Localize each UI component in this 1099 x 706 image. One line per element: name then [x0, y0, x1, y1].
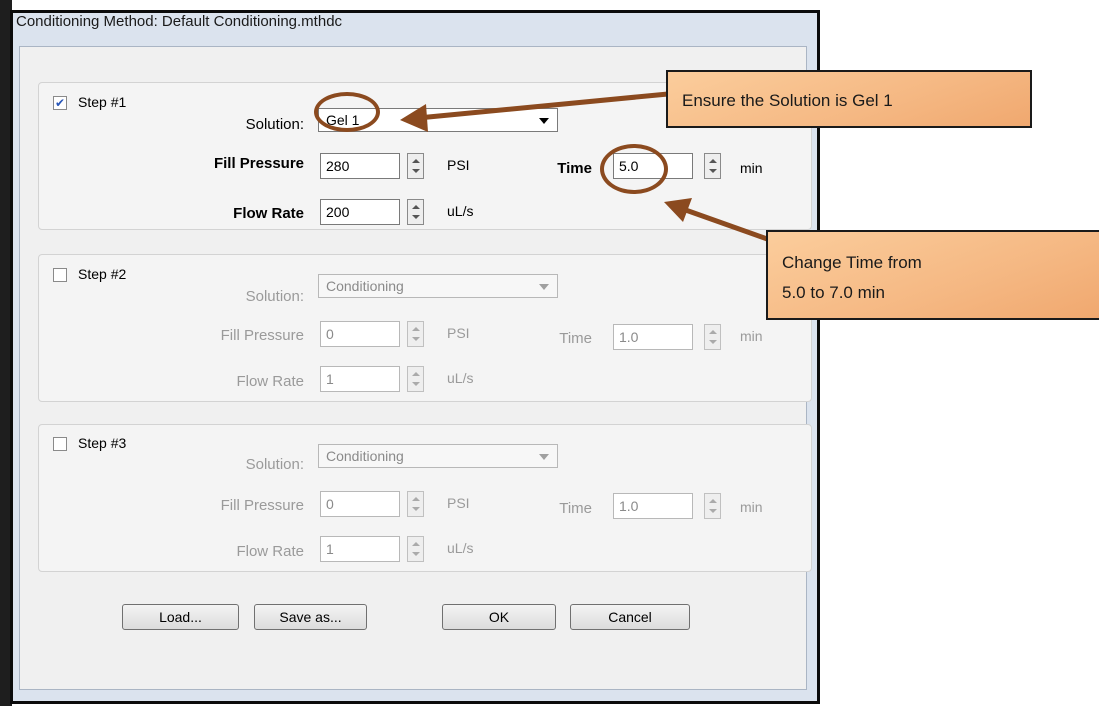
time-callout: Change Time from 5.0 to 7.0 min	[766, 230, 1099, 320]
solution-callout: Ensure the Solution is Gel 1	[666, 70, 1032, 128]
time-callout-line-2: 5.0 to 7.0 min	[782, 283, 886, 302]
time-callout-line-1: Change Time from	[782, 253, 922, 272]
solution-arrow	[400, 91, 669, 132]
time-arrow	[664, 198, 771, 243]
solution-callout-text: Ensure the Solution is Gel 1	[682, 91, 893, 110]
